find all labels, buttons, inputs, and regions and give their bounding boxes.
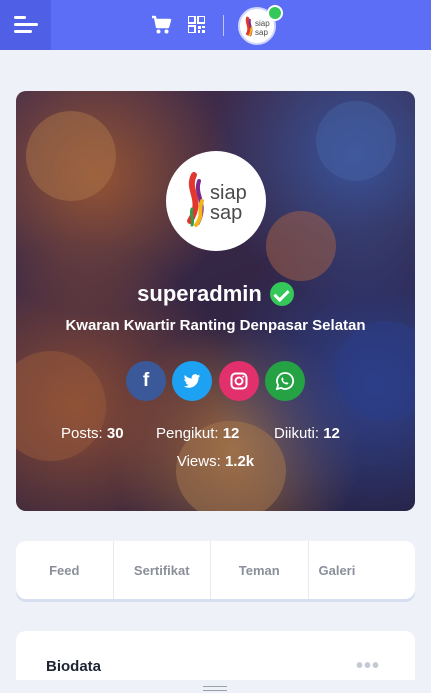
organization-name: Kwaran Kwartir Ranting Denpasar Selatan xyxy=(65,317,366,334)
views-value: 1.2k xyxy=(224,453,255,470)
verified-icon xyxy=(269,282,294,306)
menu-button[interactable] xyxy=(0,0,51,50)
profile-card: siap sap superadmin Kwaran Kwartir Ranti… xyxy=(16,91,415,511)
logo-text-top: siap xyxy=(255,19,270,28)
menu-icon-line xyxy=(14,23,38,26)
menu-icon xyxy=(14,16,26,19)
facebook-icon[interactable]: f xyxy=(126,361,166,401)
logo-icon: siap sap xyxy=(187,172,247,227)
following-value: 12 xyxy=(323,425,340,442)
tab-feed[interactable]: Feed xyxy=(16,541,114,599)
followers-value: 12 xyxy=(222,425,240,442)
twitter-icon[interactable] xyxy=(172,361,212,401)
more-options-icon[interactable]: ••• xyxy=(356,655,380,678)
qr-icon[interactable] xyxy=(188,16,205,33)
posts-value: 30 xyxy=(106,425,124,442)
followers-label: Pengikut: xyxy=(156,425,219,442)
views-stat: Views: 1.2k xyxy=(16,453,415,470)
instagram-icon[interactable] xyxy=(219,361,259,401)
following-stat[interactable]: Diikuti: 12 xyxy=(274,425,340,442)
cart-icon[interactable] xyxy=(151,15,173,35)
logo-text-bottom: sap xyxy=(255,28,268,37)
social-links: f xyxy=(126,361,306,401)
views-label: Views: xyxy=(176,453,221,470)
posts-label: Posts: xyxy=(61,425,103,442)
profile-avatar[interactable]: siap sap xyxy=(166,151,266,251)
tab-sertifikat[interactable]: Sertifikat xyxy=(114,541,211,599)
verified-icon xyxy=(267,5,283,21)
tab-teman[interactable]: Teman xyxy=(211,541,309,599)
profile-tabs: Feed Sertifikat Teman Galeri xyxy=(16,541,415,599)
followers-stat[interactable]: Pengikut: 12 xyxy=(156,425,239,442)
divider xyxy=(223,15,224,36)
drag-handle-icon[interactable] xyxy=(203,686,227,691)
following-label: Diikuti: xyxy=(274,425,320,442)
whatsapp-icon[interactable] xyxy=(265,361,305,401)
tab-galeri[interactable]: Galeri xyxy=(309,541,416,599)
username-row: superadmin xyxy=(16,281,415,307)
biodata-title: Biodata xyxy=(46,658,102,675)
menu-icon-line xyxy=(14,30,32,33)
top-navbar: siap sap xyxy=(0,0,431,50)
logo-text-bottom: sap xyxy=(210,202,242,224)
posts-stat[interactable]: Posts: 30 xyxy=(61,425,124,442)
username: superadmin xyxy=(137,281,262,306)
logo-text-top: siap xyxy=(210,182,247,204)
